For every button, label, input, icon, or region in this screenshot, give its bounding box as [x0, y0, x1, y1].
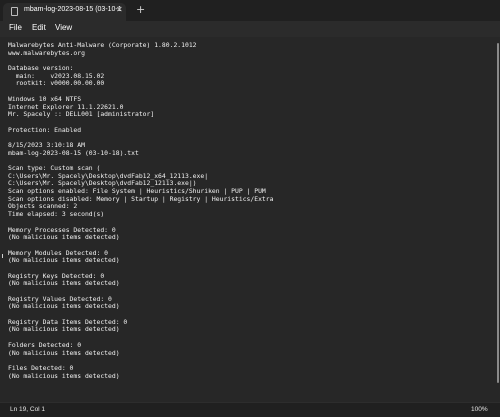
- scrollbar-thumb[interactable]: [497, 43, 499, 383]
- tab-title: mbam-log-2023-08-15 (03-10-1: [24, 6, 122, 13]
- menu-edit[interactable]: Edit: [32, 23, 46, 32]
- text-line: (No malicious items detected): [8, 302, 120, 311]
- document-text: Malwarebytes Anti-Malware (Corporate) 1.…: [8, 41, 273, 380]
- menu-view[interactable]: View: [55, 23, 72, 32]
- text-line: www.malwarebytes.org: [8, 48, 85, 57]
- text-line: (No malicious items detected): [8, 348, 120, 357]
- text-line: rootkit: v0000.00.00.00: [8, 79, 105, 88]
- text-line: mbam-log-2023-08-15 (03-10-18).txt: [8, 148, 139, 157]
- menu-file[interactable]: File: [9, 23, 22, 32]
- zoom-level[interactable]: 100%: [471, 406, 488, 413]
- text-line: (No malicious items detected): [8, 233, 120, 242]
- document-icon: [11, 7, 18, 16]
- title-bar: mbam-log-2023-08-15 (03-10-1 ✕ +: [0, 0, 500, 21]
- text-line: (No malicious items detected): [8, 325, 120, 334]
- text-editor[interactable]: Malwarebytes Anti-Malware (Corporate) 1.…: [0, 37, 500, 402]
- cursor-position[interactable]: Ln 19, Col 1: [10, 406, 45, 413]
- text-line: Mr. Spacely :: DELL001 [administrator]: [8, 110, 155, 119]
- text-line: (No malicious items detected): [8, 371, 120, 380]
- text-line: (No malicious items detected): [8, 256, 120, 265]
- close-tab-icon[interactable]: ✕: [116, 5, 123, 14]
- status-bar: Ln 19, Col 1 100%: [0, 402, 500, 417]
- vertical-scrollbar[interactable]: [494, 37, 500, 402]
- text-line: Protection: Enabled: [8, 125, 82, 134]
- text-line: (No malicious items detected): [8, 279, 120, 288]
- margin-marker: [2, 254, 3, 258]
- new-tab-icon[interactable]: +: [136, 3, 145, 16]
- menu-bar: File Edit View: [0, 21, 500, 37]
- document-tab[interactable]: mbam-log-2023-08-15 (03-10-1 ✕: [3, 3, 126, 21]
- text-line: Time elapsed: 3 second(s): [8, 210, 105, 219]
